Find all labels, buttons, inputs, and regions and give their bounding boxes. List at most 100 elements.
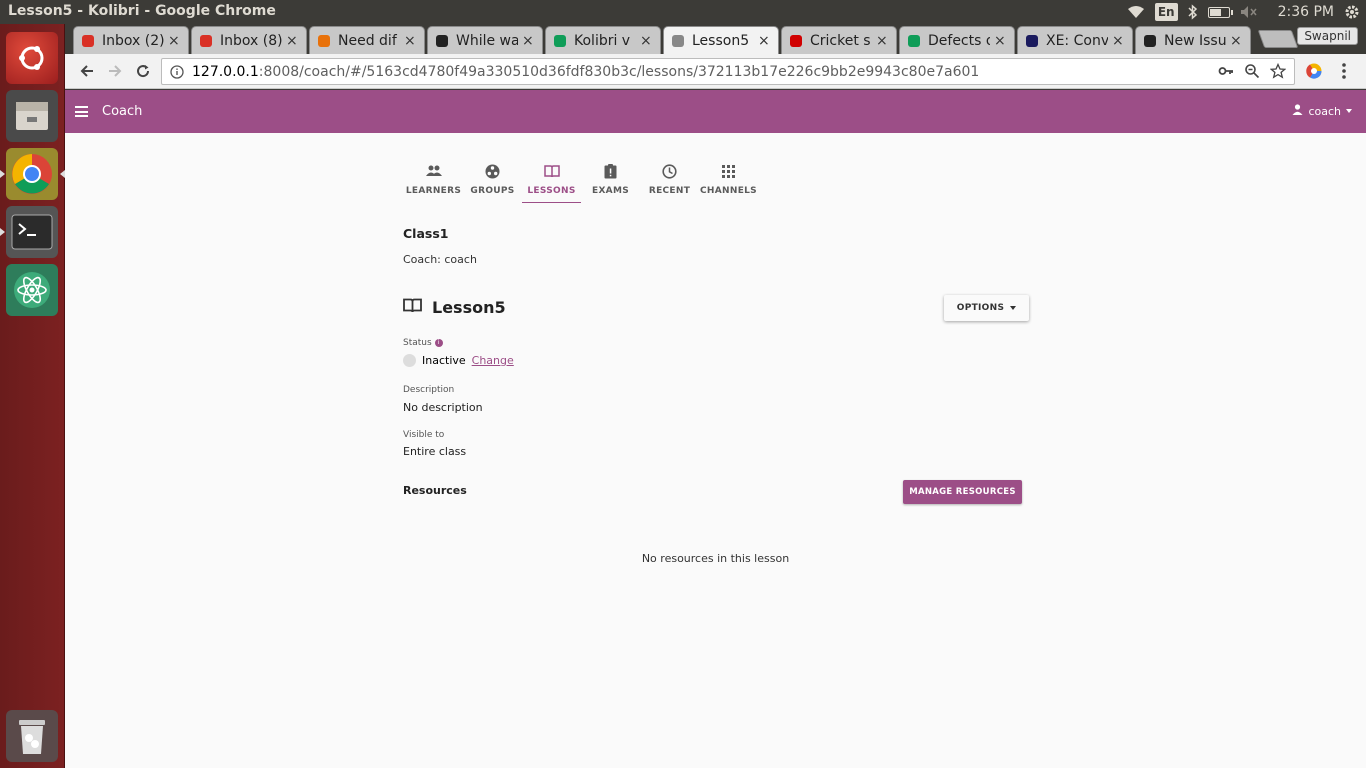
battery-icon[interactable] [1207,6,1233,18]
tab-label: Need dif [338,32,397,49]
tab-label: RECENT [648,186,691,196]
power-gear-icon[interactable] [1344,4,1360,20]
close-tab-icon[interactable]: × [876,33,890,49]
chrome-icon[interactable] [0,148,65,200]
tab-label: While wa [456,32,518,49]
tab-label: New Issu [1164,32,1226,49]
tab-exams[interactable]: EXAMS [581,160,640,203]
url-host: 127.0.0.1 [192,63,259,80]
tab-strip: Inbox (2) × Inbox (8) × Need dif × While wa × Ko… [65,24,1366,54]
visible-to-label: Visible to [403,430,445,440]
tab-label: Inbox (8) [220,32,282,49]
keyboard-layout-indicator[interactable]: En [1154,3,1178,21]
coach-line: Coach: coach [403,253,477,266]
browser-tab[interactable]: Kolibri v × [545,26,661,54]
clock-icon [662,162,677,180]
browser-menu-icon[interactable] [1332,59,1356,83]
reload-button[interactable] [131,59,155,83]
user-icon [1292,104,1303,118]
wifi-icon[interactable] [1127,5,1145,19]
user-name: coach [1308,104,1341,118]
change-status-link[interactable]: Change [472,354,514,367]
status-row: Inactive Change [403,354,514,367]
forward-button[interactable] [103,59,127,83]
tab-learners[interactable]: LEARNERS [404,160,463,203]
zoom-icon[interactable] [1244,63,1260,83]
close-tab-icon[interactable]: × [994,33,1008,49]
people-icon [425,162,442,180]
github-icon [434,33,450,49]
address-bar[interactable]: 127.0.0.1:8008/coach/#/5163cd4780f49a330… [161,58,1295,85]
status-label-text: Status [403,338,432,348]
trash-icon[interactable] [6,710,58,762]
options-button[interactable]: OPTIONS [944,295,1029,321]
browser-tab[interactable]: Lesson5 × [663,26,779,54]
close-tab-icon[interactable]: × [1230,33,1244,49]
hamburger-menu-icon[interactable] [75,106,88,117]
extension-icon[interactable] [1302,59,1326,83]
tab-label: Lesson5 [692,32,750,49]
terminal-icon[interactable] [0,206,58,258]
gmail-icon [80,33,96,49]
close-tab-icon[interactable]: × [168,33,182,49]
profile-button[interactable]: Swapnil [1297,27,1358,45]
close-tab-icon[interactable]: × [404,33,418,49]
site-info-icon[interactable] [170,64,184,79]
tab-groups[interactable]: GROUPS [463,160,522,203]
status-value: Inactive [422,354,466,367]
book-icon [543,162,560,180]
top-panel: Lesson5 - Kolibri - Google Chrome En 2:3… [0,0,1366,24]
close-tab-icon[interactable]: × [522,33,536,49]
gmail-icon [198,33,214,49]
bluetooth-icon[interactable] [1188,4,1198,20]
back-button[interactable] [75,59,99,83]
browser-tab[interactable]: Cricket s × [781,26,897,54]
close-tab-icon[interactable]: × [640,33,654,49]
tab-label: Inbox (2) [102,32,164,49]
browser-tab[interactable]: XE: Conv × [1017,26,1133,54]
browser-tab[interactable]: Inbox (2) × [73,26,189,54]
tab-label: EXAMS [592,186,629,196]
tab-label: Defects o [928,32,990,49]
tab-label: XE: Conv [1046,32,1108,49]
tab-channels[interactable]: CHANNELS [699,160,758,203]
exam-icon [604,162,617,180]
bookmark-star-icon[interactable] [1269,62,1287,83]
key-icon[interactable] [1218,63,1234,83]
browser-tab[interactable]: Need dif × [309,26,425,54]
status-label: Status i [403,338,443,348]
atom-editor-icon[interactable] [6,264,58,316]
browser-tab[interactable]: Defects o × [899,26,1015,54]
github-icon [1142,33,1158,49]
browser-tab[interactable]: While wa × [427,26,543,54]
visible-to-value: Entire class [403,445,467,458]
tab-label: LESSONS [527,186,576,196]
files-icon[interactable] [6,90,58,142]
options-label: OPTIONS [956,303,1005,313]
browser-tab[interactable]: Inbox (8) × [191,26,307,54]
info-icon[interactable]: i [434,338,443,347]
unity-launcher [0,24,65,768]
url-path: :8008/coach/#/5163cd4780f49a330510d36fdf… [258,63,980,80]
coach-nav-tabs: LEARNERS GROUPS LESSONS EXAMS RECENT CHA… [404,160,758,203]
manage-resources-button[interactable]: MANAGE RESOURCES [903,480,1022,504]
empty-resources-message: No resources in this lesson [641,552,790,565]
cricket-icon [788,33,804,49]
close-tab-icon[interactable]: × [1112,33,1126,49]
tab-recent[interactable]: RECENT [640,160,699,203]
chevron-down-icon [1346,109,1352,113]
xe-icon [1024,33,1040,49]
tab-lessons[interactable]: LESSONS [522,160,581,203]
browser-toolbar: 127.0.0.1:8008/coach/#/5163cd4780f49a330… [65,54,1366,89]
volume-icon[interactable] [1240,5,1258,19]
close-tab-icon[interactable]: × [286,33,300,49]
book-icon [403,298,422,317]
kolibri-page: Coach coach LEARNERS GROUPS LESSONS EXAM… [65,90,1366,768]
clock[interactable]: 2:36 PM [1278,4,1334,20]
close-tab-icon[interactable]: × [758,33,772,49]
browser-tab[interactable]: New Issu × [1135,26,1251,54]
user-menu[interactable]: coach [1292,104,1352,118]
status-dot-icon [403,354,416,367]
ubuntu-dash-icon[interactable] [6,32,58,84]
new-tab-button[interactable] [1257,30,1299,48]
